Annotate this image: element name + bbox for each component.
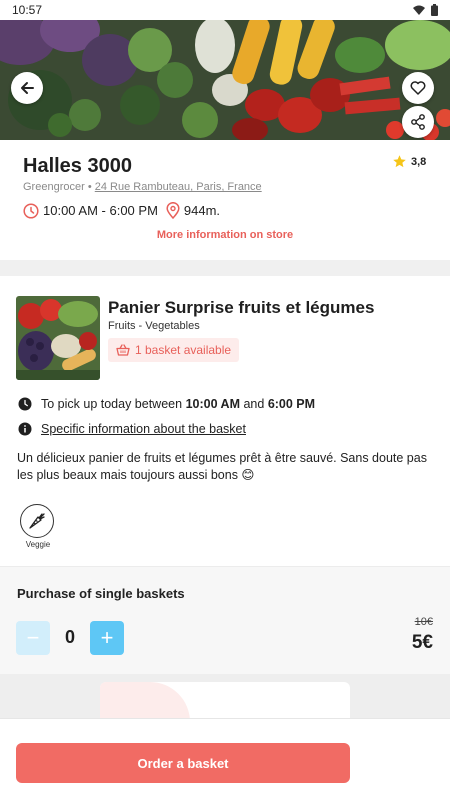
- pickup-end: 6:00 PM: [267, 397, 316, 411]
- footer-bar: Order a basket: [0, 718, 450, 800]
- specific-info-row[interactable]: Specific information about the basket: [18, 422, 246, 436]
- basket-category: Fruits - Vegetables: [108, 320, 200, 332]
- quantity-increase-button[interactable]: +: [90, 621, 124, 655]
- purchase-section: Purchase of single baskets − 0 + 10€ 5€: [0, 566, 450, 674]
- basket-section: Panier Surprise fruits et légumes Fruits…: [0, 276, 450, 566]
- status-bar: 10:57: [0, 0, 450, 20]
- wifi-icon: [413, 5, 425, 15]
- store-rating: 3,8: [392, 154, 426, 169]
- store-name: Halles 3000: [23, 155, 132, 177]
- store-hours: 10:00 AM - 6:00 PM: [43, 203, 158, 218]
- store-category: Greengrocer: [23, 181, 85, 193]
- more-info-link[interactable]: More information on store: [0, 229, 450, 241]
- rating-value: 3,8: [411, 155, 427, 168]
- lower-card-decoration: [100, 682, 190, 718]
- availability-badge: 1 basket available: [108, 338, 240, 362]
- status-icons: [413, 4, 438, 16]
- store-address-link[interactable]: 24 Rue Rambuteau, Paris, France: [95, 181, 262, 193]
- heart-icon: [410, 81, 426, 95]
- clock-filled-icon: [18, 397, 32, 411]
- section-divider: [0, 260, 450, 276]
- basket-icon: [116, 344, 130, 356]
- basket-description: Un délicieux panier de fruits et légumes…: [17, 451, 427, 482]
- pickup-and: and: [243, 397, 265, 411]
- star-icon: [393, 155, 406, 168]
- purchase-title: Purchase of single baskets: [17, 586, 185, 601]
- store-distance: 944m.: [183, 203, 221, 218]
- back-button[interactable]: [11, 72, 43, 104]
- lower-content-area: [0, 674, 450, 718]
- veggie-tag-label: Veggie: [25, 540, 51, 549]
- share-button[interactable]: [402, 106, 434, 138]
- location-pin-icon: [166, 202, 180, 219]
- discounted-price: 5€: [411, 632, 433, 653]
- store-info-section: Halles 3000 3,8 Greengrocer • 24 Rue Ram…: [0, 140, 450, 260]
- info-icon: [18, 422, 32, 436]
- quantity-decrease-button[interactable]: −: [16, 621, 50, 655]
- basket-thumbnail: [16, 296, 100, 380]
- order-basket-button[interactable]: Order a basket: [16, 743, 350, 783]
- pickup-time-row: To pick up today between 10:00 AM and 6:…: [18, 397, 315, 411]
- store-subtitle: Greengrocer • 24 Rue Rambuteau, Paris, F…: [23, 181, 262, 193]
- bullet-separator: •: [87, 181, 95, 193]
- distance-wrap: 944m.: [166, 202, 220, 219]
- pickup-start: 10:00 AM: [185, 397, 240, 411]
- status-time: 10:57: [12, 3, 43, 17]
- favorite-button[interactable]: [402, 72, 434, 104]
- back-arrow-icon: [21, 82, 34, 94]
- lower-card: [100, 682, 350, 718]
- original-price: 10€: [414, 616, 433, 628]
- specific-info-link[interactable]: Specific information about the basket: [41, 422, 246, 436]
- pickup-prefix: To pick up today between: [41, 397, 183, 411]
- veggie-tag-badge: [20, 504, 54, 538]
- quantity-value: 0: [64, 627, 75, 647]
- battery-icon: [431, 4, 438, 16]
- store-hours-row: 10:00 AM - 6:00 PM 944m.: [23, 202, 220, 219]
- store-hero-image: [0, 20, 450, 140]
- share-icon: [411, 114, 425, 130]
- clock-icon: [23, 202, 39, 219]
- availability-text: 1 basket available: [135, 343, 232, 357]
- carrot-icon: [29, 513, 45, 529]
- basket-title: Panier Surprise fruits et légumes: [108, 298, 375, 317]
